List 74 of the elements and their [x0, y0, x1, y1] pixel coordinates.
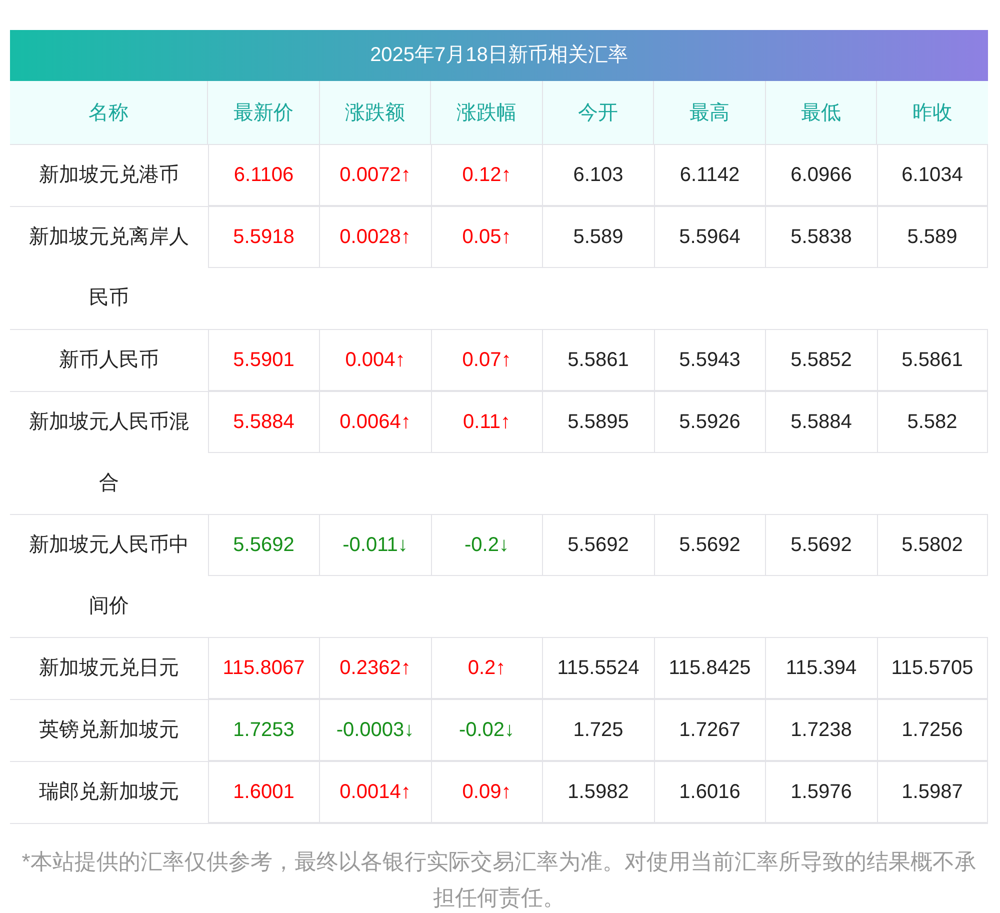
table-cell: 5.5692 — [765, 515, 876, 576]
table-cell: 1.7238 — [765, 700, 876, 761]
column-header: 名称 — [10, 81, 208, 144]
table-cell: 6.0966 — [765, 145, 876, 206]
currency-pair-name: 瑞郎兑新加坡元 — [38, 780, 180, 805]
currency-pair-name: 新加坡元人民币中间价 — [28, 533, 190, 619]
disclaimer-text: *本站提供的汇率仅供参考，最终以各银行实际交易汇率为准。对使用当前汇率所导致的结果概不承担任何责任。 — [20, 848, 978, 912]
table-cell: 1.5982 — [542, 762, 654, 823]
table-cell: 0.07↑ — [430, 330, 542, 391]
column-header: 涨跌额 — [319, 81, 430, 144]
table-cell: -0.2↓ — [430, 515, 542, 576]
table-cell: 0.2362↑ — [319, 638, 430, 699]
table-cell: 5.5861 — [876, 330, 988, 391]
table-cell: 5.5918 — [208, 207, 319, 268]
currency-pair-name: 新加坡元兑港币 — [38, 163, 180, 188]
table-cell: 5.5852 — [765, 330, 876, 391]
table-cell: 115.8425 — [654, 638, 765, 699]
table-cell: 115.8067 — [208, 638, 319, 699]
table-cell: 0.12↑ — [430, 145, 542, 206]
table-cell: 1.6001 — [208, 762, 319, 823]
table-cell: 0.0014↑ — [319, 762, 430, 823]
table-cell: 5.5692 — [654, 515, 765, 576]
table-cell: 6.1106 — [208, 145, 319, 206]
table-cell: -0.011↓ — [319, 515, 430, 576]
table-cell: 0.0064↑ — [319, 392, 430, 453]
table-cell: -0.02↓ — [430, 700, 542, 761]
table-cell: 5.5692 — [542, 515, 654, 576]
table-cell: 1.7267 — [654, 700, 765, 761]
column-header: 最新价 — [208, 81, 319, 144]
currency-pair-name: 新加坡元人民币混合 — [28, 410, 190, 496]
table-cell: 1.5976 — [765, 762, 876, 823]
table-cell: 115.5524 — [542, 638, 654, 699]
table-cell: 5.5943 — [654, 330, 765, 391]
table-cell: 1.7256 — [876, 700, 988, 761]
table-cell: 1.7253 — [208, 700, 319, 761]
table-cell: 6.1142 — [654, 145, 765, 206]
table-cell: 0.05↑ — [430, 207, 542, 268]
table-cell: 1.725 — [542, 700, 654, 761]
column-header: 涨跌幅 — [430, 81, 542, 144]
table-cell: 6.103 — [542, 145, 654, 206]
column-header: 今开 — [542, 81, 654, 144]
table-cell: 5.5802 — [876, 515, 988, 576]
currency-pair-name: 新加坡元兑日元 — [38, 656, 180, 681]
table-cell: 5.5838 — [765, 207, 876, 268]
table-cell: 115.394 — [765, 638, 876, 699]
table-cell: 115.5705 — [876, 638, 988, 699]
table-cell: 0.0072↑ — [319, 145, 430, 206]
currency-pair-name: 新币人民币 — [58, 348, 160, 373]
table-cell: 0.004↑ — [319, 330, 430, 391]
table-cell: 5.5895 — [542, 392, 654, 453]
table-cell: 5.5692 — [208, 515, 319, 576]
table-title: 2025年7月18日新币相关汇率 — [10, 30, 988, 81]
table-cell: 0.11↑ — [430, 392, 542, 453]
table-cell: 5.589 — [542, 207, 654, 268]
table-cell: 1.5987 — [876, 762, 988, 823]
currency-pair-name: 新加坡元兑离岸人民币 — [28, 225, 190, 311]
column-header: 昨收 — [876, 81, 988, 144]
table-cell: -0.0003↓ — [319, 700, 430, 761]
table-cell: 5.5964 — [654, 207, 765, 268]
table-cell: 5.5901 — [208, 330, 319, 391]
table-cell: 5.5884 — [765, 392, 876, 453]
table-cell: 1.6016 — [654, 762, 765, 823]
currency-pair-name: 英镑兑新加坡元 — [38, 718, 180, 743]
table-cell: 5.589 — [876, 207, 988, 268]
table-cell: 0.2↑ — [430, 638, 542, 699]
table-cell: 6.1034 — [876, 145, 988, 206]
table-cell: 5.5884 — [208, 392, 319, 453]
table-cell: 5.5861 — [542, 330, 654, 391]
table-cell: 0.09↑ — [430, 762, 542, 823]
column-header: 最高 — [654, 81, 765, 144]
table-cell: 5.582 — [876, 392, 988, 453]
table-cell: 0.0028↑ — [319, 207, 430, 268]
column-header: 最低 — [765, 81, 876, 144]
table-cell: 5.5926 — [654, 392, 765, 453]
